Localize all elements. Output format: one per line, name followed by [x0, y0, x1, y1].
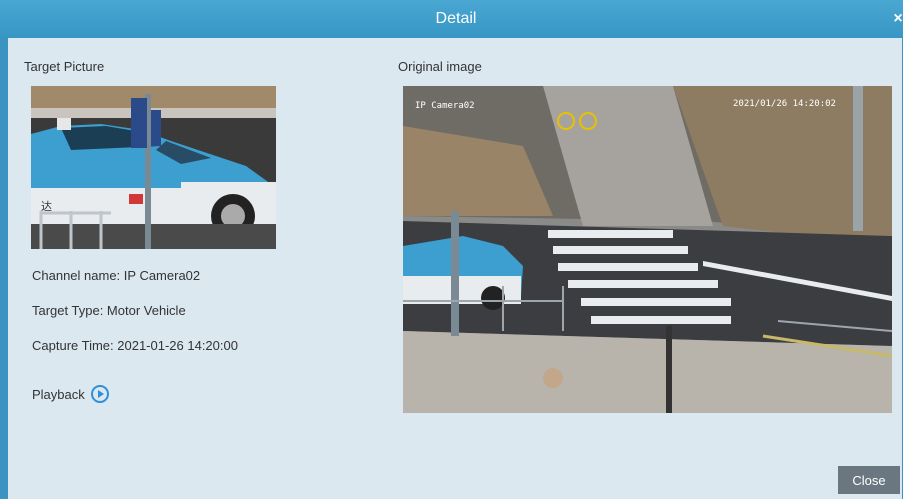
playback-label: Playback [32, 386, 85, 402]
capture-time: Capture Time: 2021-01-26 14:20:00 [32, 338, 238, 353]
taxi-text: 达 [41, 200, 52, 213]
original-image[interactable]: IP Camera02 2021/01/26 14:20:02 [403, 86, 892, 413]
timestamp-overlay-text: 2021/01/26 14:20:02 [733, 99, 836, 109]
dialog-title: Detail [435, 10, 477, 27]
original-image-label: Original image [398, 59, 482, 74]
detail-dialog: Detail × Target Picture 达 Channel name: … [0, 0, 903, 499]
play-icon[interactable] [90, 385, 109, 403]
target-picture-label: Target Picture [24, 59, 105, 74]
target-type: Target Type: Motor Vehicle [32, 303, 186, 318]
dialog-titlebar: Detail × [0, 0, 903, 38]
close-button[interactable]: Close [838, 466, 900, 494]
target-picture-image[interactable]: 达 [31, 86, 276, 249]
close-icon[interactable]: × [888, 0, 903, 38]
camera-overlay-text: IP Camera02 [415, 101, 475, 111]
channel-name: Channel name: IP Camera02 [32, 268, 201, 283]
playback-button[interactable]: Playback [32, 382, 109, 406]
